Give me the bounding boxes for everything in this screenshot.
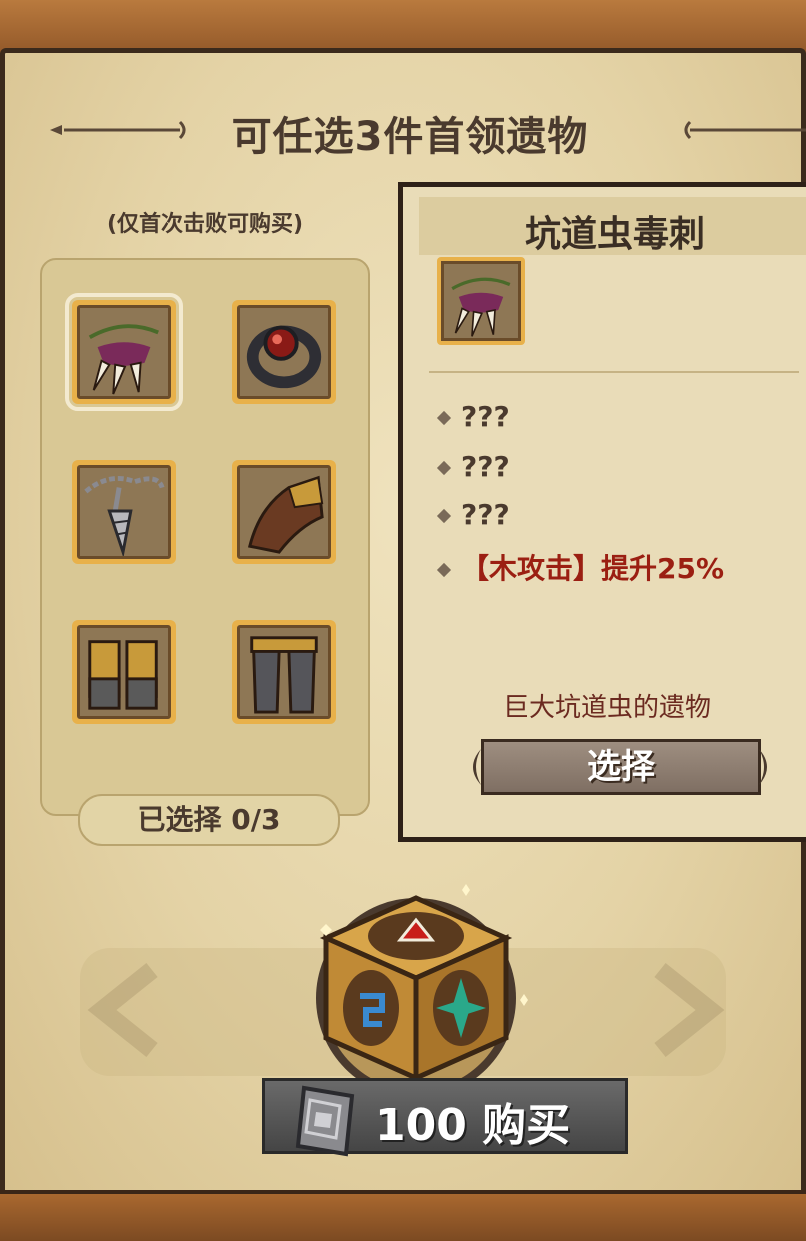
bottom-frame xyxy=(0,1190,806,1241)
buy-label: 100 购买 xyxy=(375,1100,571,1151)
page-title: 可任选3件首领遗物 xyxy=(231,114,589,160)
red-gem-ring-icon xyxy=(246,325,322,389)
right-arrow-icon xyxy=(654,962,725,1058)
relic-slot-red-gem-ring[interactable] xyxy=(232,300,336,404)
leather-gauntlet-icon xyxy=(247,475,324,554)
select-button[interactable]: 选择 xyxy=(481,739,761,795)
claw-necklace-icon xyxy=(88,324,159,395)
relic-slot-chain-drill-amulet[interactable] xyxy=(72,460,176,564)
relic-slot-claw-necklace[interactable] xyxy=(65,293,183,411)
bullet-diamond-icon xyxy=(436,460,452,476)
relic-slot-leather-gauntlet[interactable] xyxy=(232,460,336,564)
left-flourish-icon xyxy=(50,120,186,140)
button-right-ornament-icon xyxy=(759,749,767,785)
purchase-condition-note: (仅首次击败可购买) xyxy=(106,212,304,237)
chain-drill-amulet-icon xyxy=(84,476,165,556)
selected-count-label: 已选择 0/3 xyxy=(78,794,340,846)
effect-line: ??? xyxy=(436,495,510,535)
pants-icon xyxy=(250,636,318,714)
right-flourish-icon xyxy=(684,120,806,140)
claw-necklace-icon xyxy=(451,277,511,337)
effect-line: ??? xyxy=(436,397,510,437)
relic-slot-boots[interactable] xyxy=(72,620,176,724)
card-currency-icon xyxy=(295,1085,355,1157)
left-arrow-icon xyxy=(87,962,158,1058)
relic-name: 坑道虫毒刺 xyxy=(524,214,705,255)
detail-divider xyxy=(429,371,799,373)
bullet-diamond-icon xyxy=(436,410,452,426)
relic-slot-pants[interactable] xyxy=(232,620,336,724)
detail-relic-frame xyxy=(437,257,525,345)
effect-line: ??? xyxy=(436,447,510,487)
relic-detail-panel: 坑道虫毒刺 ??? ??? ??? 【木攻击】提升25% 巨大坑道虫的遗物 选择 xyxy=(398,182,806,842)
bullet-diamond-icon xyxy=(436,508,452,524)
treasure-chest-icon[interactable] xyxy=(296,878,536,1098)
button-left-ornament-icon xyxy=(473,749,481,785)
bullet-diamond-icon xyxy=(436,562,452,578)
relic-flavor-text: 巨大坑道虫的遗物 xyxy=(502,693,711,723)
boots-icon xyxy=(88,640,158,710)
detail-header: 坑道虫毒刺 xyxy=(419,197,806,255)
effect-line-wood-attack: 【木攻击】提升25% xyxy=(436,549,724,589)
